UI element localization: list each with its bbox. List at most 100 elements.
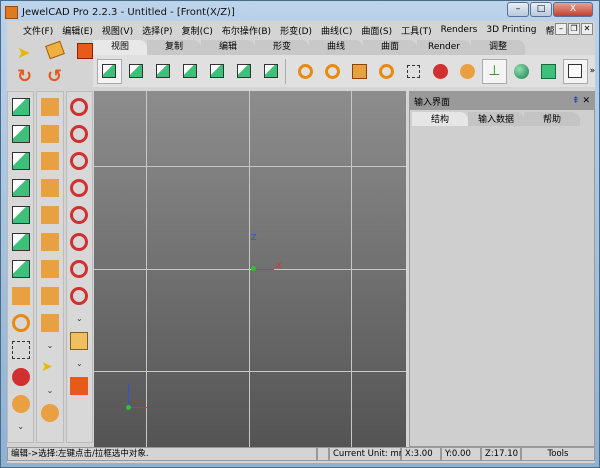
menu-tools[interactable]: 工具(T) <box>401 24 432 37</box>
zoom-fit-icon[interactable] <box>347 59 372 84</box>
current-unit: Current Unit: mm <box>329 447 407 461</box>
cube-bottom-icon[interactable] <box>178 59 203 84</box>
tab-curve[interactable]: 曲线 <box>309 40 363 55</box>
tab-edit[interactable]: 编辑 <box>201 40 255 55</box>
coord-y: Y:0.00 <box>441 447 481 461</box>
tab-render[interactable]: Render <box>417 40 471 55</box>
menu-curve[interactable]: 曲线(C) <box>321 24 352 37</box>
corner-origin <box>126 405 131 410</box>
object-tool-icon[interactable] <box>40 233 59 251</box>
cube-side-icon[interactable] <box>205 59 230 84</box>
panel-close-icon[interactable]: ✕ <box>582 96 590 106</box>
view-cube-icon[interactable] <box>11 179 30 197</box>
menu-view[interactable]: 视图(V) <box>102 24 133 37</box>
circle-icon[interactable] <box>70 260 89 278</box>
view-cube-icon[interactable] <box>11 206 30 224</box>
menu-deform[interactable]: 形变(D) <box>280 24 312 37</box>
tab-adjust[interactable]: 调整 <box>471 40 525 55</box>
menu-boolean[interactable]: 布尔操作(B) <box>222 24 271 37</box>
expand-more-button[interactable]: ⌄ <box>76 359 83 368</box>
rotate-view-icon[interactable] <box>374 59 399 84</box>
pan-icon[interactable] <box>11 395 30 413</box>
select-arrow-icon[interactable]: ➤ <box>41 359 59 377</box>
mdi-minimize-button[interactable]: – <box>555 23 567 35</box>
cube-front-icon[interactable] <box>124 59 149 84</box>
zoom-in-icon[interactable] <box>293 59 318 84</box>
undo-icon[interactable]: ↺ <box>47 66 71 87</box>
pin-icon[interactable]: ⇞ <box>572 96 580 106</box>
menu-file[interactable]: 文件(F) <box>23 24 53 37</box>
view-cube-icon[interactable] <box>11 233 30 251</box>
object-tool-icon[interactable] <box>40 98 59 116</box>
cube-iso-icon[interactable] <box>259 59 284 84</box>
pan-icon[interactable] <box>455 59 480 84</box>
rotate-icon[interactable] <box>11 314 30 332</box>
status-separator <box>317 447 329 461</box>
tab-structure[interactable]: 结构 <box>412 112 468 126</box>
axis-icon[interactable]: ⊥ <box>481 58 507 84</box>
tab-input-data[interactable]: 输入数据 <box>468 112 524 126</box>
tab-surface[interactable]: 曲面 <box>363 40 417 55</box>
object-tool-icon[interactable] <box>40 125 59 143</box>
curve-tool-icon[interactable] <box>70 179 89 197</box>
move-icon[interactable] <box>40 404 59 422</box>
menu-surface[interactable]: 曲面(S) <box>361 24 392 37</box>
cube-top-icon[interactable] <box>151 59 176 84</box>
view-cube-icon[interactable] <box>11 125 30 143</box>
object-tool-icon[interactable] <box>40 179 59 197</box>
surface-icon[interactable] <box>70 332 89 350</box>
expand-more-button[interactable]: ⌄ <box>47 386 54 395</box>
curve-tool-icon[interactable] <box>70 206 89 224</box>
maximize-button[interactable]: □ <box>530 2 552 17</box>
zoom-window-icon[interactable] <box>401 59 426 84</box>
object-tool-icon[interactable] <box>40 314 59 332</box>
viewport-front[interactable]: Z X <box>94 91 406 447</box>
orbit-icon[interactable] <box>11 368 30 386</box>
open-file-icon[interactable] <box>45 40 65 60</box>
select-arrow-icon[interactable]: ➤ <box>17 43 41 62</box>
wire-cube-icon[interactable] <box>562 58 588 84</box>
object-tool-icon[interactable] <box>40 206 59 224</box>
close-button[interactable]: X <box>553 2 593 17</box>
curve-tool-icon[interactable] <box>70 125 89 143</box>
expand-more-button[interactable]: ⌄ <box>76 314 83 323</box>
zoom-out-icon[interactable] <box>320 59 345 84</box>
curve-tool-icon[interactable] <box>70 98 89 116</box>
curve-tool-icon[interactable] <box>70 233 89 251</box>
object-tool-icon[interactable] <box>40 152 59 170</box>
curve-tool-icon[interactable] <box>70 152 89 170</box>
sphere-shade-icon[interactable] <box>509 59 534 84</box>
menu-renders[interactable]: Renders <box>441 25 478 35</box>
redo-icon[interactable]: ↻ <box>17 66 41 87</box>
view-cube-icon[interactable] <box>11 152 30 170</box>
cube-right-icon[interactable] <box>232 59 257 84</box>
tab-copy[interactable]: 复制 <box>147 40 201 55</box>
tools-button[interactable]: Tools <box>521 447 595 461</box>
fit-icon[interactable] <box>11 287 30 305</box>
mdi-close-button[interactable]: ✕ <box>581 23 593 35</box>
ring-icon[interactable] <box>70 287 89 305</box>
menu-copy[interactable]: 复制(C) <box>182 24 213 37</box>
window-select-icon[interactable] <box>11 341 30 359</box>
expand-more-button[interactable]: ⌄ <box>47 341 54 350</box>
minimize-button[interactable]: – <box>507 2 529 17</box>
tab-help[interactable]: 帮助 <box>524 112 580 126</box>
menu-edit[interactable]: 编辑(E) <box>62 24 93 37</box>
mdi-restore-button[interactable]: ❐ <box>568 23 580 35</box>
menu-select[interactable]: 选择(P) <box>142 24 172 37</box>
boolean-icon[interactable] <box>70 377 89 395</box>
view-cube-icon[interactable] <box>11 260 30 278</box>
menu-3d-printing[interactable]: 3D Printing <box>486 25 536 35</box>
object-tool-icon[interactable] <box>40 287 59 305</box>
tab-view[interactable]: 视图 <box>93 40 147 55</box>
cube-view-icon[interactable] <box>97 58 122 84</box>
object-tool-icon[interactable] <box>40 260 59 278</box>
save-icon[interactable] <box>77 43 93 59</box>
solid-cube-icon[interactable] <box>536 59 561 84</box>
expand-more-button[interactable]: ⌄ <box>17 422 24 431</box>
tab-deform[interactable]: 形变 <box>255 40 309 55</box>
view-toolbar: ⊥ » <box>93 55 595 87</box>
toolbar-more-button[interactable]: » <box>590 66 596 76</box>
view-cube-icon[interactable] <box>11 98 30 116</box>
orbit-icon[interactable] <box>428 59 453 84</box>
